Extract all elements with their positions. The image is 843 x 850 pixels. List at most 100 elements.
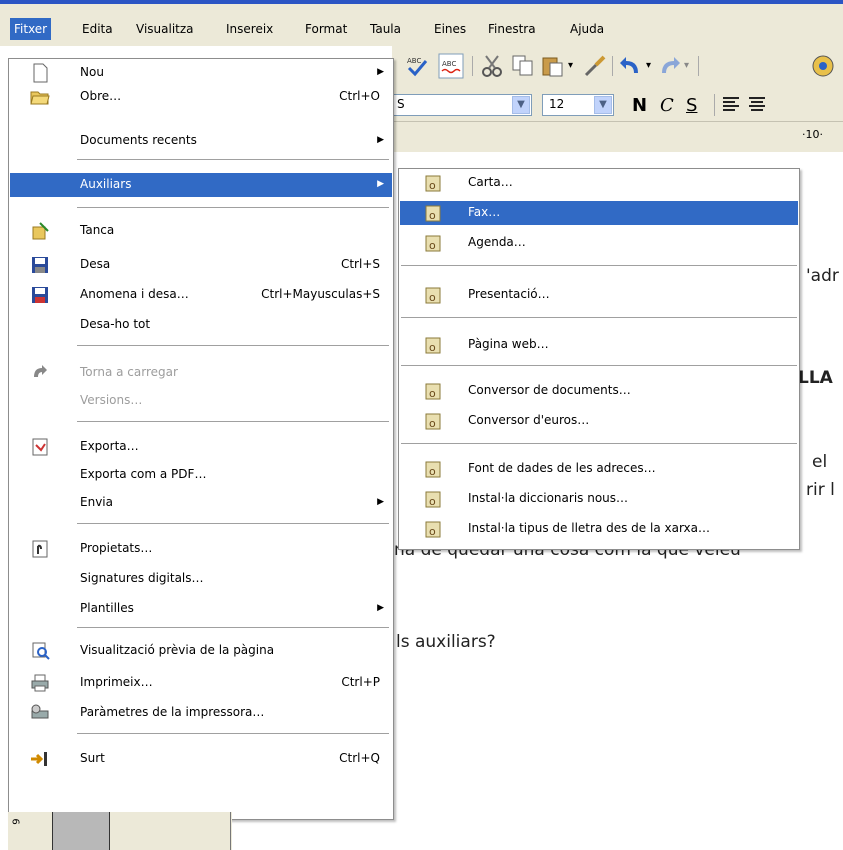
menu-item-desa[interactable]: Desa Ctrl+S: [10, 253, 392, 277]
wizard-icon: o: [425, 235, 441, 252]
redo-dropdown-arrow-icon[interactable]: ▾: [684, 60, 689, 71]
wizard-icon: o: [425, 205, 441, 222]
menu-separator: [401, 265, 797, 266]
save-as-disk-icon: [32, 287, 48, 303]
cut-icon[interactable]: [480, 53, 506, 79]
menu-item-nou[interactable]: Nou ▶: [10, 61, 392, 85]
menu-item-surt[interactable]: Surt Ctrl+Q: [10, 747, 392, 771]
menu-item-signatures-digitals[interactable]: Signatures digitals…: [10, 567, 392, 591]
font-size-combo[interactable]: 12 ▼: [542, 94, 614, 116]
svg-text:ABC: ABC: [407, 57, 421, 65]
menu-separator: [77, 733, 389, 734]
submenu-arrow-icon: ▶: [377, 135, 384, 145]
wizard-icon: o: [425, 175, 441, 192]
submenu-item-pagina-web[interactable]: o Pàgina web…: [400, 333, 798, 357]
menu-visualitza[interactable]: Visualitza: [132, 18, 198, 40]
printer-settings-icon: [31, 704, 49, 719]
menu-item-propietats[interactable]: Propietats…: [10, 537, 392, 561]
menu-item-tanca[interactable]: Tanca: [10, 219, 392, 243]
italic-button[interactable]: C: [660, 95, 674, 116]
page-edge: [230, 812, 231, 850]
svg-text:o: o: [429, 387, 436, 400]
submenu-arrow-icon: ▶: [377, 497, 384, 507]
menu-item-auxiliars[interactable]: Auxiliars ▶: [10, 173, 392, 197]
menu-format[interactable]: Format: [301, 18, 351, 40]
undo-dropdown-arrow-icon[interactable]: ▾: [646, 60, 651, 71]
menu-item-exporta[interactable]: Exporta…: [10, 435, 392, 459]
print-preview-icon: [32, 642, 50, 660]
undo-icon[interactable]: [618, 53, 644, 79]
svg-text:o: o: [429, 495, 436, 508]
font-name-combo[interactable]: S ▼: [392, 94, 532, 116]
submenu-item-fax[interactable]: o Fax…: [400, 201, 798, 225]
redo-icon[interactable]: [656, 53, 682, 79]
menu-separator: [77, 207, 389, 208]
svg-text:o: o: [429, 417, 436, 430]
menu-bar: Fitxer Edita Visualitza Insereix Format …: [0, 0, 843, 46]
menu-separator: [77, 421, 389, 422]
menu-separator: [401, 443, 797, 444]
submenu-item-font-dades-adreces[interactable]: o Font de dades de les adreces…: [400, 457, 798, 481]
menu-fitxer[interactable]: Fitxer: [10, 18, 52, 40]
bold-button[interactable]: N: [632, 95, 647, 116]
menu-item-anomena-i-desa[interactable]: Anomena i desa… Ctrl+Mayusculas+S: [10, 283, 392, 307]
spellcheck-icon[interactable]: ABC: [404, 53, 430, 79]
copy-icon[interactable]: [510, 53, 536, 79]
menu-separator: [401, 317, 797, 318]
wizards-submenu: o Carta… o Fax… o Agenda… o Presentació……: [398, 168, 800, 550]
export-icon: [32, 438, 48, 456]
menu-edita[interactable]: Edita: [78, 18, 117, 40]
paste-dropdown-arrow-icon[interactable]: ▾: [568, 60, 573, 71]
menu-item-obre[interactable]: Obre… Ctrl+O: [10, 85, 392, 109]
horizontal-ruler: ·10·: [392, 122, 843, 152]
menu-taula[interactable]: Taula: [366, 18, 405, 40]
submenu-item-installa-diccionaris[interactable]: o Instal·la diccionaris nous…: [400, 487, 798, 511]
font-name-dropdown-icon[interactable]: ▼: [512, 96, 530, 114]
svg-text:o: o: [429, 179, 436, 192]
toolbar-separator: [612, 56, 613, 76]
menu-item-documents-recents[interactable]: Documents recents ▶: [10, 129, 392, 153]
submenu-item-conversor-euros[interactable]: o Conversor d'euros…: [400, 409, 798, 433]
wizard-icon: o: [425, 383, 441, 400]
align-left-icon[interactable]: [722, 96, 740, 112]
menu-item-visualitzacio-previa[interactable]: Visualització prèvia de la pàgina: [10, 639, 392, 663]
submenu-item-conversor-documents[interactable]: o Conversor de documents…: [400, 379, 798, 403]
menu-separator: [77, 523, 389, 524]
navigator-icon[interactable]: [810, 53, 836, 79]
format-paintbrush-icon[interactable]: [582, 53, 608, 79]
svg-text:ABC: ABC: [442, 60, 456, 68]
doc-text-fragment: rir l: [806, 480, 835, 500]
open-folder-icon: [30, 91, 50, 105]
menu-insereix[interactable]: Insereix: [222, 18, 277, 40]
wizard-icon: o: [425, 461, 441, 478]
menu-ajuda[interactable]: Ajuda: [566, 18, 608, 40]
autospellcheck-icon[interactable]: ABC: [438, 53, 464, 79]
doc-text-fragment: 'adr: [806, 266, 839, 286]
svg-text:o: o: [429, 341, 436, 354]
submenu-item-installa-tipus-lletra[interactable]: o Instal·la tipus de lletra des de la xa…: [400, 517, 798, 541]
submenu-item-agenda[interactable]: o Agenda…: [400, 231, 798, 255]
align-center-icon[interactable]: [748, 96, 766, 112]
wizard-icon: o: [425, 491, 441, 508]
menu-item-imprimeix[interactable]: Imprimeix… Ctrl+P: [10, 671, 392, 695]
menu-finestra[interactable]: Finestra: [484, 18, 540, 40]
menu-separator: [77, 627, 389, 628]
menu-item-desa-ho-tot[interactable]: Desa-ho tot: [10, 313, 392, 337]
menu-item-exporta-pdf[interactable]: Exporta com a PDF…: [10, 463, 392, 487]
menu-item-plantilles[interactable]: Plantilles ▶: [10, 597, 392, 621]
submenu-arrow-icon: ▶: [377, 603, 384, 613]
menu-item-envia[interactable]: Envia ▶: [10, 491, 392, 515]
submenu-item-carta[interactable]: o Carta…: [400, 171, 798, 195]
menu-item-parametres-impressora[interactable]: Paràmetres de la impressora…: [10, 701, 392, 725]
reload-icon: [34, 365, 47, 377]
underline-button[interactable]: S: [686, 95, 697, 116]
paste-icon[interactable]: [540, 53, 566, 79]
svg-text:o: o: [429, 291, 436, 304]
new-document-icon: [33, 63, 48, 83]
save-disk-icon: [32, 257, 48, 273]
submenu-item-presentacio[interactable]: o Presentació…: [400, 283, 798, 307]
menu-separator: [77, 345, 389, 346]
close-document-icon: [32, 222, 49, 240]
menu-eines[interactable]: Eines: [430, 18, 470, 40]
font-size-dropdown-icon[interactable]: ▼: [594, 96, 612, 114]
